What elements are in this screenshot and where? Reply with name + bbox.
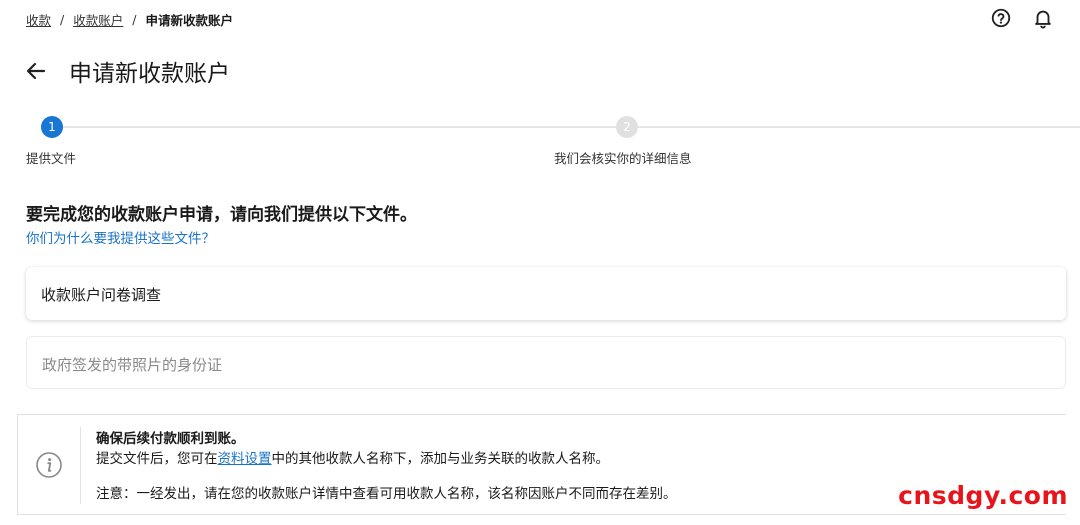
stepper: 1 2 提供文件 我们会核实你的详细信息 <box>26 116 1080 166</box>
step-2-label: 我们会核实你的详细信息 <box>554 151 692 166</box>
step-1-indicator: 1 <box>41 116 63 138</box>
info-title: 确保后续付款顺利到账。 <box>96 431 245 447</box>
breadcrumb: 收款 / 收款账户 / 申请新收款账户 <box>26 10 233 29</box>
document-card-label: 政府签发的带照片的身份证 <box>42 356 223 374</box>
info-line-text: 中的其他收款人名称下，添加与业务关联的收款人名称。 <box>271 451 610 467</box>
info-divider <box>80 427 81 504</box>
section-heading: 要完成您的收款账户申请，请向我们提供以下文件。 <box>26 205 417 225</box>
document-card-photo-id: 政府签发的带照片的身份证 <box>26 336 1066 389</box>
help-icon[interactable] <box>990 7 1012 29</box>
step-2-indicator: 2 <box>616 116 638 138</box>
info-line: 提交文件后，您可在资料设置中的其他收款人名称下，添加与业务关联的收款人名称。 <box>96 449 677 469</box>
watermark: cnsdgy.com <box>898 481 1068 510</box>
info-icon-container <box>18 415 80 514</box>
top-bar: 收款 / 收款账户 / 申请新收款账户 <box>0 0 1080 40</box>
document-card-label: 收款账户问卷调查 <box>41 286 162 304</box>
back-arrow-icon[interactable] <box>24 59 48 83</box>
document-card-questionnaire[interactable]: 收款账户问卷调查 <box>26 267 1066 320</box>
top-icons <box>990 7 1054 29</box>
breadcrumb-link-payments[interactable]: 收款 <box>26 10 51 29</box>
breadcrumb-current: 申请新收款账户 <box>145 13 233 28</box>
info-icon <box>36 451 62 478</box>
stepper-track <box>52 126 1080 128</box>
profile-settings-link[interactable]: 资料设置 <box>218 451 272 467</box>
page-title: 申请新收款账户 <box>69 61 230 87</box>
info-line-text: 提交文件后，您可在 <box>96 451 218 467</box>
title-row: 申请新收款账户 <box>24 54 230 88</box>
step-1-label: 提供文件 <box>26 151 77 166</box>
why-documents-link[interactable]: 你们为什么要我提供这些文件？ <box>26 227 215 247</box>
bell-icon[interactable] <box>1032 7 1054 29</box>
info-note: 注意：一经发出，请在您的收款账户详情中查看可用收款人名称，该名称因账户不同而存在… <box>96 486 677 502</box>
breadcrumb-separator: / <box>132 12 137 27</box>
breadcrumb-separator: / <box>60 12 65 27</box>
info-text: 确保后续付款顺利到账。 提交文件后，您可在资料设置中的其他收款人名称下，添加与业… <box>96 429 677 504</box>
breadcrumb-link-receiving-accounts[interactable]: 收款账户 <box>73 10 123 29</box>
